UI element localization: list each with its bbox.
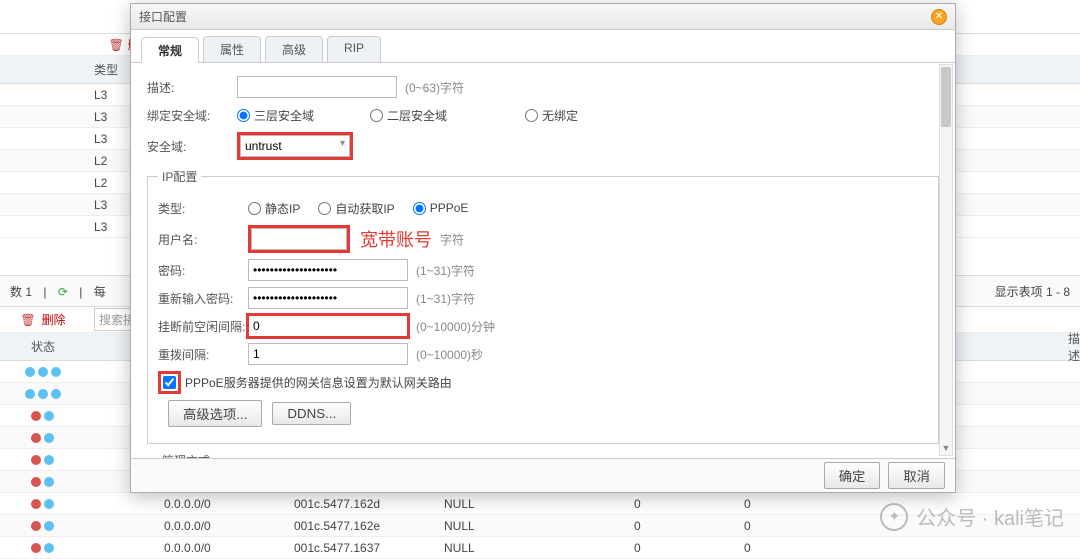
annotation-text: 宽带账号 [360,226,432,252]
radio-l3zone[interactable]: 三层安全域 [237,107,314,124]
redial-hint: (0~10000)秒 [416,346,483,363]
status-cell [0,543,86,553]
dialog-title: 接口配置 [139,8,187,25]
scroll-down-icon[interactable]: ▼ [940,441,952,455]
redial-label: 重拨间隔: [158,346,248,363]
ip-config-fieldset: IP配置 类型: 静态IP 自动获取IP PPPoE 用户名: 宽带账号 字符 … [147,168,939,444]
pwd-label: 密码: [158,262,248,279]
user-label: 用户名: [158,231,248,248]
type-cell: L3 [86,198,126,212]
tab-properties[interactable]: 属性 [203,36,261,62]
tab-general[interactable]: 常规 [141,37,199,63]
col-type: 类型 [86,61,126,78]
count-label: 数 1 [10,285,32,299]
type-cell: L3 [86,220,126,234]
ip-cell: 0.0.0.0/0 [156,519,286,533]
interface-config-dialog: 接口配置 ✕ 常规 属性 高级 RIP 描述: (0~63)字符 绑定安全域: … [130,3,956,493]
mac-cell: 001c.5477.162d [286,497,436,511]
status-cell [0,367,86,377]
tab-rip[interactable]: RIP [327,36,381,62]
pwd-hint: (1~31)字符 [416,262,475,279]
null-cell: NULL [436,497,626,511]
iptype-label: 类型: [158,200,248,217]
mac-cell: 001c.5477.162e [286,519,436,533]
refresh-icon[interactable]: ⟳ [58,285,68,299]
zero-cell: 0 [626,497,736,511]
status-cell [0,521,86,531]
radio-nozone[interactable]: 无绑定 [525,107,578,124]
col-desc: 描述 [1060,330,1080,364]
zero-cell: 0 [736,519,846,533]
ip-legend: IP配置 [158,168,201,185]
footer-right: 显示表项 1 - 8 [995,283,1070,300]
scroll-thumb[interactable] [941,67,951,127]
bindzone-label: 绑定安全域: [147,107,237,124]
username-input[interactable] [251,228,347,250]
password-confirm-input[interactable] [248,287,408,309]
dialog-footer: 确定 取消 [131,458,955,492]
col-status: 状态 [0,338,86,355]
radio-dhcp[interactable]: 自动获取IP [318,200,394,217]
user-hint: 字符 [440,231,464,248]
pwd2-label: 重新输入密码: [158,290,248,307]
zero-cell: 0 [626,519,736,533]
tab-body: 描述: (0~63)字符 绑定安全域: 三层安全域 二层安全域 无绑定 安全域:… [131,62,955,458]
radio-l2zone[interactable]: 二层安全域 [370,107,447,124]
radio-static[interactable]: 静态IP [248,200,300,217]
type-cell: L3 [86,88,126,102]
trash-icon: 🗑 [109,38,124,52]
mac-cell: 001c.5477.1637 [286,541,436,555]
default-gw-checkbox[interactable]: PPPoE服务器提供的网关信息设置为默认网关路由 [158,371,452,394]
trash-icon: 🗑 [20,313,35,327]
pwd2-hint: (1~31)字符 [416,290,475,307]
ok-button[interactable]: 确定 [824,462,881,489]
zero-cell: 0 [626,541,736,555]
zone-select[interactable]: untrust [240,135,350,157]
redial-input[interactable] [248,343,408,365]
status-cell [0,499,86,509]
zero-cell: 0 [736,541,846,555]
ip-cell: 0.0.0.0/0 [156,541,286,555]
cancel-button[interactable]: 取消 [888,462,945,489]
idle-input[interactable] [248,315,408,337]
status-cell [0,389,86,399]
close-icon[interactable]: ✕ [931,9,947,25]
idle-label: 挂断前空闲间隔: [158,318,248,335]
advanced-options-button[interactable]: 高级选项... [168,400,262,427]
status-cell [0,411,86,421]
type-cell: L3 [86,110,126,124]
per-label: 每 [94,285,106,299]
null-cell: NULL [436,519,626,533]
tab-strip: 常规 属性 高级 RIP [131,30,955,63]
null-cell: NULL [436,541,626,555]
desc-label: 描述: [147,79,237,96]
type-cell: L2 [86,176,126,190]
desc-hint: (0~63)字符 [405,79,464,96]
zero-cell: 0 [736,497,846,511]
ip-cell: 0.0.0.0/0 [156,497,286,511]
password-input[interactable] [248,259,408,281]
status-cell [0,455,86,465]
radio-pppoe[interactable]: PPPoE [413,201,469,215]
status-cell [0,477,86,487]
status-cell [0,433,86,443]
tab-advanced[interactable]: 高级 [265,36,323,62]
dialog-titlebar[interactable]: 接口配置 ✕ [131,4,955,30]
desc-input[interactable] [237,76,397,98]
zone-label: 安全域: [147,138,237,155]
type-cell: L2 [86,154,126,168]
delete-link-2[interactable]: 删除 [42,311,66,328]
scrollbar[interactable]: ▲ ▼ [939,64,953,456]
idle-hint: (0~10000)分钟 [416,318,495,335]
type-cell: L3 [86,132,126,146]
ddns-button[interactable]: DDNS... [272,402,351,425]
